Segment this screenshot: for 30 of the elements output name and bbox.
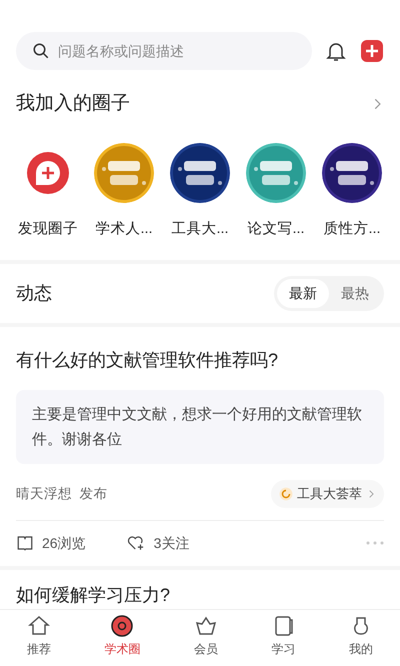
circle-name[interactable]: 论文写...	[247, 218, 305, 240]
nav-tab[interactable]: 学术圈	[104, 614, 140, 658]
post-title[interactable]: 如何缓解学习压力?	[16, 582, 384, 609]
post-body: 主要是管理中文文献，想求一个好用的文献管理软件。谢谢各位	[16, 390, 384, 464]
post-author: 晴天浮想 发布	[16, 485, 108, 504]
search-icon	[32, 42, 50, 60]
house-icon	[26, 614, 51, 638]
add-icon[interactable]	[360, 39, 384, 63]
nav-tab[interactable]: 会员	[194, 614, 218, 658]
basket-icon	[194, 614, 218, 638]
heart-plus-icon[interactable]	[126, 534, 146, 552]
sort-tab[interactable]: 最新	[277, 279, 329, 308]
sort-tab[interactable]: 最热	[329, 279, 381, 308]
follow-count: 3关注	[154, 534, 190, 553]
nav-tab[interactable]: 学习	[272, 614, 296, 658]
section-title: 动态	[16, 282, 52, 306]
search-field[interactable]: 问题名称或问题描述	[16, 32, 312, 70]
loading-icon	[279, 487, 293, 502]
post-title[interactable]: 有什么好的文献管理软件推荐吗?	[16, 347, 384, 374]
view-count: 26浏览	[42, 534, 86, 553]
circle-name[interactable]: 质性方...	[323, 218, 381, 240]
circle-name[interactable]: 发现圈子	[18, 218, 78, 240]
nav-tab[interactable]: 我的	[349, 614, 374, 658]
circle-icon	[110, 614, 134, 638]
book-icon	[16, 534, 34, 552]
section-title: 我加入的圈子	[16, 92, 130, 116]
circle-tag[interactable]: 工具大荟萃	[271, 480, 384, 508]
circle-name[interactable]: 工具大...	[171, 218, 229, 240]
circle-name[interactable]: 学术人...	[95, 218, 153, 240]
nav-tab[interactable]: 推荐	[26, 614, 51, 658]
